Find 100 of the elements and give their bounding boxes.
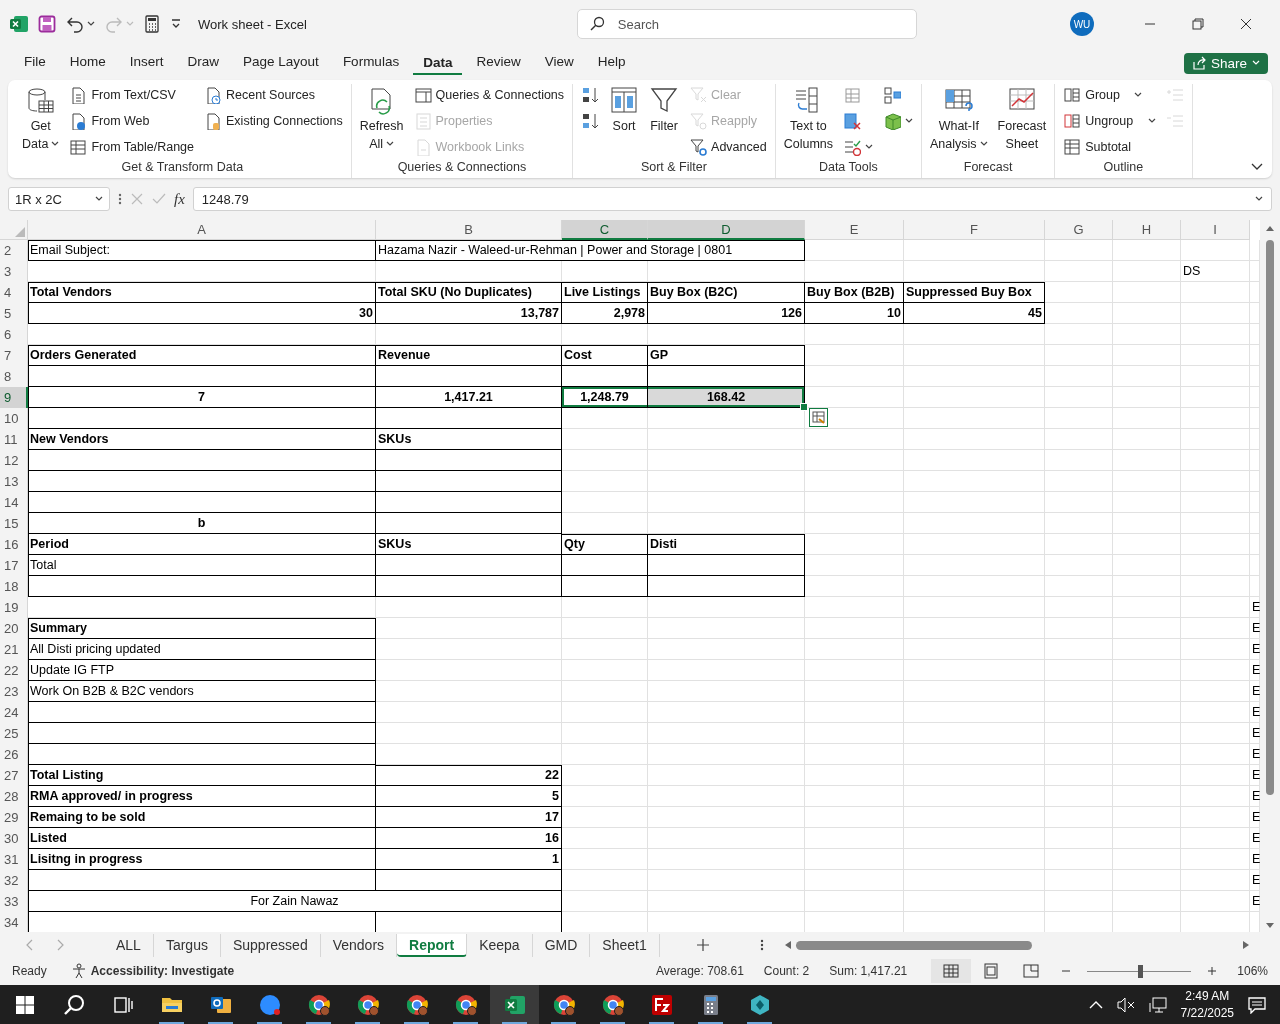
scroll-up-icon[interactable]	[1265, 224, 1275, 232]
table-cell[interactable]: New Vendors	[28, 429, 376, 450]
menu-tab[interactable]: Review	[466, 50, 531, 76]
ribbon-button[interactable]: Subtotal	[1061, 136, 1158, 158]
table-cell[interactable]: b	[28, 513, 376, 534]
undo-icon[interactable]	[66, 15, 84, 33]
row-header[interactable]: 25	[0, 723, 28, 745]
table-cell[interactable]	[648, 555, 805, 576]
vertical-scrollbar-thumb[interactable]	[1266, 240, 1274, 795]
table-cell[interactable]	[28, 471, 376, 492]
table-cell[interactable]	[562, 555, 648, 576]
insert-function-button[interactable]: fx	[174, 190, 185, 208]
zoom-in-icon[interactable]	[1207, 966, 1218, 976]
sheet-tab[interactable]: Targus	[153, 933, 221, 957]
table-cell[interactable]: SKUs	[376, 429, 562, 450]
row-header[interactable]: 16	[0, 534, 28, 556]
row-header[interactable]: 9	[0, 387, 28, 409]
table-cell[interactable]	[376, 870, 562, 891]
row-header[interactable]: 26	[0, 744, 28, 766]
table-cell[interactable]	[562, 576, 648, 597]
table-cell[interactable]	[28, 576, 376, 597]
table-cell[interactable]	[376, 576, 562, 597]
view-button[interactable]	[931, 959, 972, 983]
row-header[interactable]: 17	[0, 555, 28, 577]
ribbon-button[interactable]: Refresh All	[357, 84, 406, 156]
spreadsheet-app-icon[interactable]	[10, 15, 28, 33]
table-cell[interactable]: 30	[28, 303, 376, 324]
row-header[interactable]: 7	[0, 345, 28, 367]
table-cell[interactable]	[376, 492, 562, 513]
menu-tab[interactable]: File	[14, 50, 56, 76]
table-cell[interactable]: Buy Box (B2B)	[805, 282, 904, 303]
column-header[interactable]: B	[376, 220, 562, 240]
row-header[interactable]: 18	[0, 576, 28, 598]
horizontal-scrollbar-thumb[interactable]	[795, 940, 1032, 950]
avatar[interactable]: WU	[1070, 12, 1094, 36]
customize-menu-icon[interactable]	[170, 18, 182, 30]
ribbon-button[interactable]: Existing Connections	[202, 110, 345, 132]
table-cell[interactable]: For Zain Nawaz	[28, 891, 562, 912]
table-cell[interactable]	[376, 366, 562, 387]
table-cell[interactable]: Remaing to be sold	[28, 807, 376, 828]
table-cell[interactable]: 17	[376, 807, 562, 828]
row-header[interactable]: 27	[0, 765, 28, 787]
menu-tab[interactable]: Page Layout	[233, 50, 329, 76]
table-cell[interactable]	[28, 744, 376, 765]
table-cell[interactable]: 1,417.21	[376, 387, 562, 408]
ribbon-button[interactable]: Get Data	[20, 84, 62, 156]
table-cell[interactable]: 126	[648, 303, 805, 324]
table-cell[interactable]: Period	[28, 534, 376, 555]
table-cell[interactable]	[28, 723, 376, 744]
row-header[interactable]: 14	[0, 492, 28, 514]
table-cell[interactable]	[28, 408, 376, 429]
search-field[interactable]: Search	[576, 9, 917, 39]
ribbon-button[interactable]: Sort	[607, 84, 642, 156]
table-cell[interactable]: 45	[904, 303, 1045, 324]
collapse-ribbon-icon[interactable]	[1250, 162, 1264, 172]
table-cell[interactable]: 5	[376, 786, 562, 807]
row-header[interactable]: 5	[0, 303, 28, 325]
column-header[interactable]: C	[562, 220, 648, 240]
row-header[interactable]: 21	[0, 639, 28, 661]
column-header[interactable]: D	[648, 220, 805, 240]
table-cell[interactable]: 2,978	[562, 303, 648, 324]
table-cell[interactable]: 16	[376, 828, 562, 849]
row-header[interactable]: 31	[0, 849, 28, 871]
row-header[interactable]: 2	[0, 240, 28, 262]
row-header[interactable]: 24	[0, 702, 28, 724]
table-cell[interactable]	[648, 576, 805, 597]
sheet-tab[interactable]: ALL	[104, 933, 154, 957]
column-header[interactable]: G	[1045, 220, 1113, 240]
speaker-muted-icon[interactable]	[1116, 996, 1135, 1013]
table-cell[interactable]	[28, 492, 376, 513]
column-header[interactable]: E	[805, 220, 904, 240]
column-header[interactable]: F	[904, 220, 1045, 240]
quick-analysis-icon[interactable]	[809, 408, 828, 427]
table-cell[interactable]: Suppressed Buy Box	[904, 282, 1045, 303]
sheet-tab[interactable]: Suppressed	[220, 933, 321, 957]
select-all-icon[interactable]	[15, 227, 25, 237]
check-icon[interactable]	[152, 192, 166, 206]
calculator-icon[interactable]	[144, 15, 160, 33]
accessibility-status[interactable]: Accessibility: Investigate	[70, 963, 235, 979]
table-cell[interactable]: Disti	[648, 534, 805, 555]
table-cell[interactable]: Lisitng in progress	[28, 849, 376, 870]
ribbon-button[interactable]: From Text/CSV	[67, 84, 196, 106]
table-cell[interactable]: 1	[376, 849, 562, 870]
ribbon-button[interactable]: What-If Analysis	[928, 84, 990, 156]
menu-tab[interactable]: View	[534, 50, 584, 76]
row-header[interactable]: 33	[0, 891, 28, 913]
zoom-slider-thumb[interactable]	[1138, 964, 1144, 978]
table-cell[interactable]	[28, 366, 376, 387]
new-sheet-icon[interactable]	[695, 938, 710, 952]
table-cell[interactable]: Total SKU (No Duplicates)	[376, 282, 562, 303]
next-sheet-icon[interactable]	[56, 939, 64, 951]
sheet-tab[interactable]: Keepa	[467, 933, 533, 957]
row-header[interactable]: 32	[0, 870, 28, 892]
table-cell[interactable]: Cost	[562, 345, 648, 366]
table-cell[interactable]: Listed	[28, 828, 376, 849]
row-header[interactable]: 11	[0, 429, 28, 451]
table-cell[interactable]: Update IG FTP	[28, 660, 376, 681]
redo-icon[interactable]	[105, 15, 123, 33]
row-header[interactable]: 30	[0, 828, 28, 850]
table-cell[interactable]: 10	[805, 303, 904, 324]
